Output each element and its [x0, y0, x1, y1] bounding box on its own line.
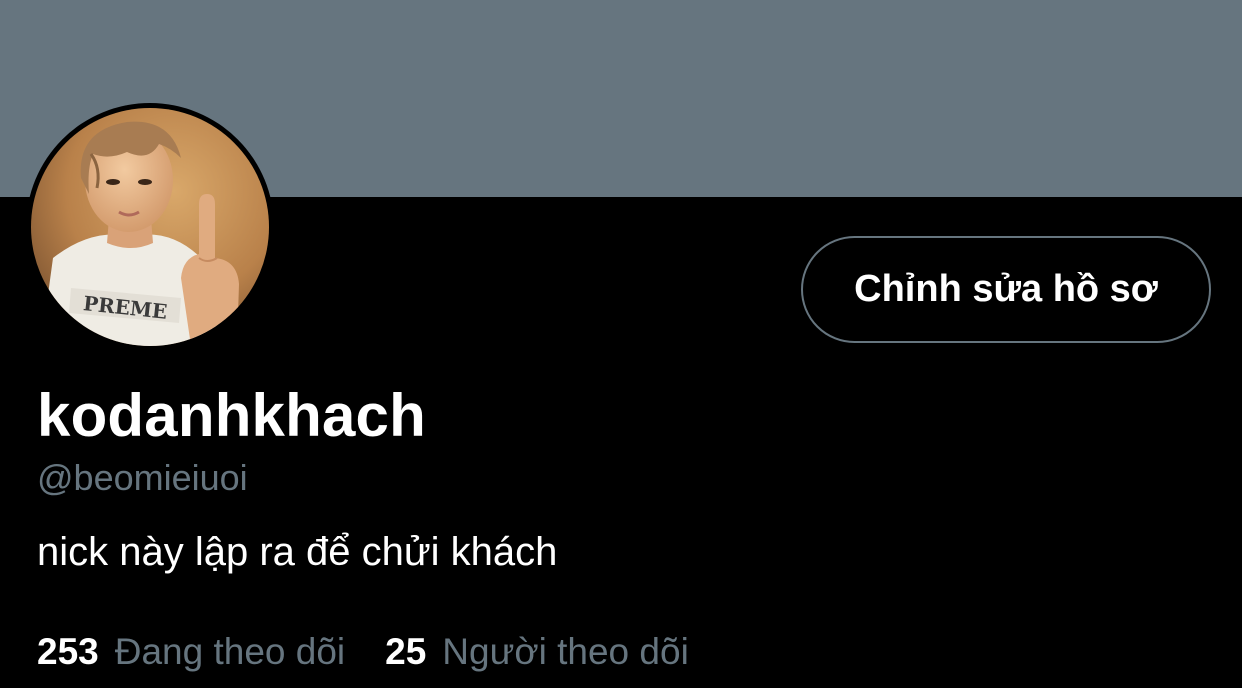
avatar[interactable]: PREME [26, 103, 274, 351]
profile-photo-icon: PREME [31, 108, 269, 346]
followers-count: 25 [385, 631, 427, 672]
following-count: 253 [37, 631, 99, 672]
following-label: Đang theo dõi [114, 631, 346, 672]
following-stat[interactable]: 253 Đang theo dõi [37, 629, 345, 675]
follow-stats: 253 Đang theo dõi 25 Người theo dõi [37, 629, 689, 675]
display-name: kodanhkhach [37, 382, 426, 449]
edit-profile-button[interactable]: Chỉnh sửa hồ sơ [801, 236, 1211, 343]
profile-bio: nick này lập ra để chửi khách [37, 530, 558, 574]
followers-stat[interactable]: 25 Người theo dõi [385, 629, 689, 675]
followers-label: Người theo dõi [442, 631, 689, 672]
user-handle: @beomieiuoi [37, 457, 248, 498]
